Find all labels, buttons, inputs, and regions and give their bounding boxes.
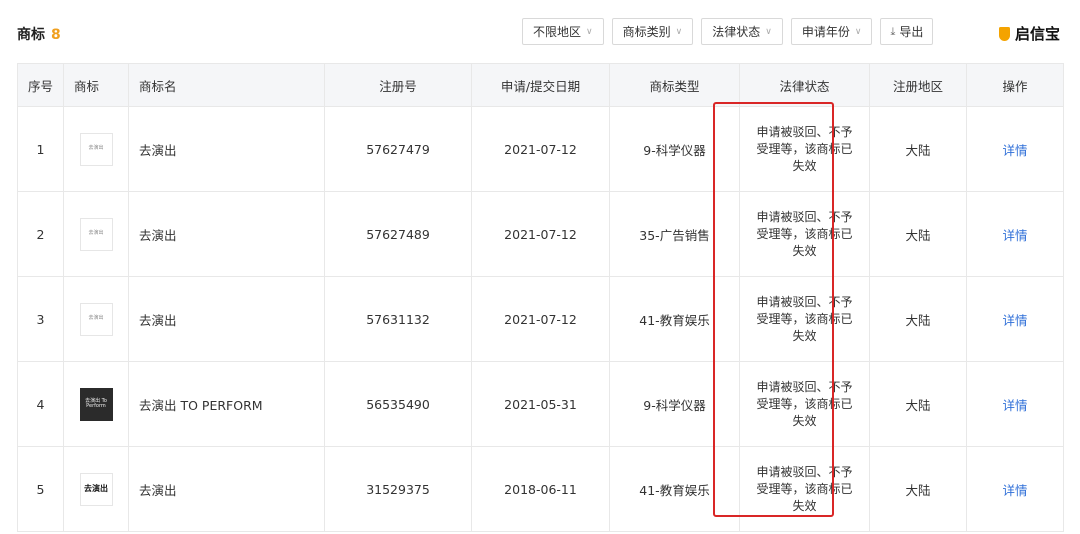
cell-action: 详情 [966, 106, 1064, 192]
col-header-name: 商标名 [128, 63, 325, 107]
cell-logo: 去演出 [63, 191, 129, 277]
cell-logo: 去演出 [63, 106, 129, 192]
cell-index: 1 [17, 106, 64, 192]
col-header-logo: 商标 [63, 63, 129, 107]
trademark-logo-image[interactable]: 去演出 [79, 472, 113, 506]
cell-region: 大陆 [869, 276, 967, 362]
cell-region: 大陆 [869, 106, 967, 192]
cell-action: 详情 [966, 361, 1064, 447]
cell-name: 去演出 TO PERFORM [128, 361, 325, 447]
cell-type: 41-教育娱乐 [609, 446, 740, 532]
cell-status: 申请被驳回、不予受理等，该商标已失效 [739, 446, 870, 532]
cell-status: 申请被驳回、不予受理等，该商标已失效 [739, 361, 870, 447]
brand-logo: 启信宝 [999, 23, 1060, 44]
cell-status: 申请被驳回、不予受理等，该商标已失效 [739, 191, 870, 277]
chevron-down-icon: ∨ [675, 26, 683, 37]
chevron-down-icon: ∨ [765, 26, 772, 37]
download-icon: ⤓ [890, 24, 896, 38]
cell-type: 35-广告销售 [609, 191, 740, 277]
cell-action: 详情 [966, 446, 1064, 532]
col-header-index: 序号 [17, 63, 64, 107]
cell-name: 去演出 [128, 446, 325, 532]
cell-type: 9-科学仪器 [609, 106, 740, 192]
cell-index: 5 [17, 446, 64, 532]
filter-year-label: 申请年份 [801, 25, 850, 39]
detail-link[interactable]: 详情 [1002, 228, 1027, 243]
table-row: 5 去演出 去演出 31529375 2018-06-11 41-教育娱乐 申请… [17, 446, 1064, 532]
export-button[interactable]: ⤓ 导出 [880, 18, 934, 45]
detail-link[interactable]: 详情 [1002, 398, 1027, 413]
col-header-action: 操作 [966, 63, 1064, 107]
cell-date: 2021-07-12 [471, 276, 610, 362]
cell-type: 9-科学仪器 [609, 361, 740, 447]
col-header-reg-no: 注册号 [324, 63, 472, 107]
col-header-type: 商标类型 [609, 63, 740, 107]
trademark-logo-image[interactable]: 去演出 [79, 302, 113, 336]
cell-reg-no: 56535490 [324, 361, 472, 447]
cell-date: 2018-06-11 [471, 446, 610, 532]
filter-bar: 不限地区 ∨ 商标类别 ∨ 法律状态 ∨ 申请年份 ∨ ⤓ 导出 [522, 18, 934, 45]
cell-region: 大陆 [869, 446, 967, 532]
cell-date: 2021-05-31 [471, 361, 610, 447]
chevron-down-icon: ∨ [586, 26, 593, 37]
cell-status: 申请被驳回、不予受理等，该商标已失效 [739, 276, 870, 362]
table-row: 4 去演出 To Perform 去演出 TO PERFORM 56535490… [17, 361, 1064, 447]
shield-icon [999, 26, 1010, 41]
cell-logo: 去演出 To Perform [63, 361, 129, 447]
cell-date: 2021-07-12 [471, 106, 610, 192]
cell-logo: 去演出 [63, 446, 129, 532]
detail-link[interactable]: 详情 [1002, 483, 1027, 498]
table-row: 2 去演出 去演出 57627489 2021-07-12 35-广告销售 申请… [17, 191, 1064, 277]
section-header: 商标 8 不限地区 ∨ 商标类别 ∨ 法律状态 ∨ 申请年份 ∨ ⤓ 导出 启信宝 [0, 0, 1080, 66]
cell-action: 详情 [966, 276, 1064, 362]
brand-name: 启信宝 [1015, 25, 1061, 43]
export-label: 导出 [899, 25, 924, 39]
filter-legal-status-label: 法律状态 [712, 25, 761, 39]
table-header-row: 序号 商标 商标名 注册号 申请/提交日期 商标类型 法律状态 注册地区 操作 [17, 63, 1064, 107]
detail-link[interactable]: 详情 [1002, 313, 1027, 328]
section-title-label: 商标 [17, 27, 45, 43]
cell-logo: 去演出 [63, 276, 129, 362]
cell-status: 申请被驳回、不予受理等，该商标已失效 [739, 106, 870, 192]
cell-name: 去演出 [128, 106, 325, 192]
filter-category[interactable]: 商标类别 ∨ [611, 18, 694, 45]
detail-link[interactable]: 详情 [1002, 143, 1027, 158]
filter-year[interactable]: 申请年份 ∨ [790, 18, 873, 45]
cell-reg-no: 57627489 [324, 191, 472, 277]
col-header-status: 法律状态 [739, 63, 870, 107]
filter-region-label: 不限地区 [533, 25, 582, 39]
section-title: 商标 8 [17, 24, 61, 44]
cell-region: 大陆 [869, 191, 967, 277]
cell-reg-no: 31529375 [324, 446, 472, 532]
trademark-logo-image[interactable]: 去演出 [79, 132, 113, 166]
filter-region[interactable]: 不限地区 ∨ [522, 18, 604, 45]
table-row: 3 去演出 去演出 57631132 2021-07-12 41-教育娱乐 申请… [17, 276, 1064, 362]
cell-type: 41-教育娱乐 [609, 276, 740, 362]
trademark-count: 8 [51, 27, 61, 43]
cell-action: 详情 [966, 191, 1064, 277]
cell-region: 大陆 [869, 361, 967, 447]
cell-index: 2 [17, 191, 64, 277]
cell-name: 去演出 [128, 276, 325, 362]
cell-reg-no: 57631132 [324, 276, 472, 362]
trademark-logo-image[interactable]: 去演出 To Perform [79, 387, 113, 421]
filter-category-label: 商标类别 [622, 25, 671, 39]
trademark-table: 序号 商标 商标名 注册号 申请/提交日期 商标类型 法律状态 注册地区 操作 … [17, 63, 1064, 532]
cell-index: 3 [17, 276, 64, 362]
chevron-down-icon: ∨ [854, 26, 862, 37]
filter-legal-status[interactable]: 法律状态 ∨ [701, 18, 783, 45]
cell-reg-no: 57627479 [324, 106, 472, 192]
table-row: 1 去演出 去演出 57627479 2021-07-12 9-科学仪器 申请被… [17, 106, 1064, 192]
cell-name: 去演出 [128, 191, 325, 277]
cell-index: 4 [17, 361, 64, 447]
col-header-date: 申请/提交日期 [471, 63, 610, 107]
trademark-logo-image[interactable]: 去演出 [79, 217, 113, 251]
col-header-region: 注册地区 [869, 63, 967, 107]
cell-date: 2021-07-12 [471, 191, 610, 277]
